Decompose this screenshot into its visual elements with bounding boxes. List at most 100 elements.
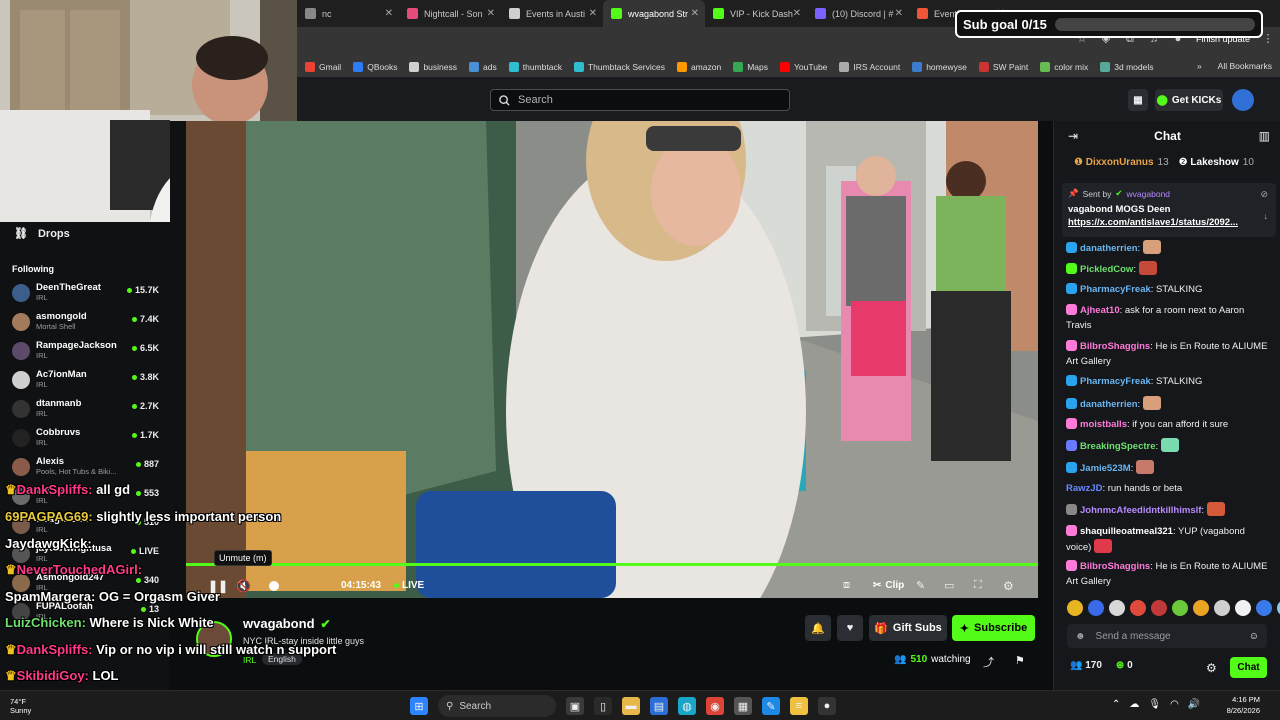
mic-icon[interactable]: 🎙 [1148, 699, 1161, 710]
chat-send-button[interactable]: Chat [1230, 657, 1267, 678]
chat-message[interactable]: danatherrien: [1066, 240, 1271, 256]
tab-close-icon[interactable]: ✕ [793, 8, 801, 19]
bookmark-item[interactable]: homewyse [912, 62, 967, 72]
quick-emote-icon[interactable] [1067, 600, 1083, 616]
playback-progress[interactable] [186, 563, 1038, 566]
chat-message[interactable]: BilbroShaggins: He is En Route to ALIUME… [1066, 559, 1271, 589]
points-balance[interactable]: ⊛ 0 [1116, 660, 1133, 671]
obs-icon[interactable]: ● [818, 697, 836, 715]
bookmark-item[interactable]: Maps [733, 62, 768, 72]
chat-username[interactable]: BilbroShaggins [1080, 341, 1150, 352]
chat-username[interactable]: Jamie523M [1080, 463, 1131, 474]
following-channel[interactable]: Alexis Pools, Hot Tubs & Biki... 887 [12, 456, 162, 484]
cloud-icon[interactable]: ☁ [1129, 699, 1139, 710]
chat-username[interactable]: PharmacyFreak [1080, 376, 1151, 387]
streamer-name[interactable]: wvagabond ✔ [243, 616, 331, 631]
pen-app-icon[interactable]: ✎ [762, 697, 780, 715]
drops-link[interactable]: ⛓ Drops [14, 227, 70, 241]
bookmark-item[interactable]: ads [469, 62, 497, 72]
subscribe-button[interactable]: ✦ Subscribe [952, 615, 1035, 641]
follow-heart-icon[interactable]: ♥ [837, 615, 863, 641]
video-player[interactable] [186, 121, 1038, 598]
task-view-icon[interactable]: ▣ [566, 697, 584, 715]
bookmark-item[interactable]: amazon [676, 62, 721, 72]
report-icon[interactable]: ⚑ [1015, 654, 1025, 667]
theater-icon[interactable]: ⧈ [843, 579, 850, 592]
chat-username[interactable]: BilbroShaggins [1080, 561, 1150, 572]
quick-emote-icon[interactable] [1214, 600, 1230, 616]
notepad-icon[interactable]: ▯ [594, 697, 612, 715]
chat-message[interactable]: PharmacyFreak: STALKING [1066, 374, 1271, 389]
windows-start-icon[interactable]: ⊞ [410, 697, 428, 715]
chat-message[interactable]: PharmacyFreak: STALKING [1066, 282, 1271, 297]
bookmark-item[interactable]: SW Paint [978, 62, 1028, 72]
chat-username[interactable]: JohnmcAfeedidntkillhimslf [1080, 505, 1201, 516]
chrome-icon[interactable]: ◉ [706, 697, 724, 715]
file-explorer-icon[interactable]: ▬ [622, 697, 640, 715]
bookmark-item[interactable]: YouTube [780, 62, 827, 72]
mute-icon[interactable]: 🔇 [236, 579, 251, 593]
following-channel[interactable]: asmongold Mortal Shell 7.4K [12, 311, 162, 339]
quick-emote-icon[interactable] [1109, 600, 1125, 616]
chat-message[interactable]: moistballs: if you can afford it sure [1066, 417, 1271, 432]
following-channel[interactable]: dtanmanb IRL 2.7K [12, 398, 162, 426]
chat-username[interactable]: RawzJD [1066, 483, 1102, 494]
following-channel[interactable]: Ac7ionMan IRL 3.8K [12, 369, 162, 397]
fullscreen-icon[interactable]: ⛶ [974, 579, 982, 592]
chat-username[interactable]: PickledCow [1080, 264, 1133, 275]
taskbar-search[interactable]: ⚲ Search [438, 695, 556, 717]
top-gifter[interactable]: ❷ Lakeshow 10 [1179, 157, 1254, 168]
tab-close-icon[interactable]: ✕ [691, 8, 699, 19]
following-channel[interactable]: Cobbruvs IRL 1.7K [12, 427, 162, 455]
chat-message[interactable]: Jamie523M: [1066, 460, 1271, 476]
pinned-link[interactable]: https://x.com/antislave1/status/2092... [1068, 217, 1270, 228]
top-gifter[interactable]: ❶ DixxonUranus 13 [1074, 157, 1169, 168]
weather-widget[interactable]: 74°F Sunny [10, 697, 31, 715]
following-channel[interactable]: RampageJackson IRL 6.5K [12, 340, 162, 368]
user-avatar[interactable] [1232, 89, 1254, 111]
browser-tab[interactable]: Events in Austi ✕ [501, 0, 603, 27]
all-bookmarks-button[interactable]: All Bookmarks [1218, 61, 1272, 71]
chevron-up-icon[interactable]: ⌃ [1112, 699, 1120, 710]
chat-username[interactable]: danatherrien [1080, 243, 1138, 254]
calc-app-icon[interactable]: ▦ [734, 697, 752, 715]
pinned-message[interactable]: 📌 Sent by ✔ wvagabond vagabond MOGS Deen… [1062, 183, 1276, 237]
stack-app-icon[interactable]: ≡ [790, 697, 808, 715]
quick-emote-icon[interactable] [1235, 600, 1251, 616]
site-search-input[interactable]: Search [490, 89, 790, 111]
calculator-icon[interactable]: ▤ [650, 697, 668, 715]
smiley-icon[interactable]: ☺ [1249, 631, 1259, 642]
quick-emote-icon[interactable] [1151, 600, 1167, 616]
quick-emote-icon[interactable] [1088, 600, 1104, 616]
notification-bell-icon[interactable]: 🔔 [805, 615, 831, 641]
bookmark-item[interactable]: 3d models [1100, 62, 1154, 72]
volume-slider-knob[interactable] [269, 580, 279, 591]
unpin-icon[interactable]: ⊘ [1260, 189, 1268, 200]
tab-close-icon[interactable]: ✕ [895, 8, 903, 19]
chat-message[interactable]: BreakingSpectre: [1066, 438, 1271, 454]
settings-icon[interactable]: ⚙ [1003, 579, 1014, 593]
share-icon[interactable]: ⤴ [983, 654, 994, 670]
browser-tab[interactable]: wvagabond Str ✕ [603, 0, 705, 27]
expand-icon[interactable]: ↓ [1264, 211, 1269, 221]
chat-message[interactable]: shaquilleoatmeal321: YUP (vagabond voice… [1066, 524, 1271, 555]
kicks-balance[interactable]: 👥 170 [1070, 660, 1102, 671]
chat-input[interactable]: ☻ Send a message ☺ [1067, 624, 1267, 648]
wifi-icon[interactable]: ◠ [1170, 699, 1179, 710]
quick-emote-icon[interactable] [1130, 600, 1146, 616]
clip-button[interactable]: ✂ Clip [873, 580, 904, 591]
quick-emote-icon[interactable] [1172, 600, 1188, 616]
tab-close-icon[interactable]: ✕ [487, 8, 495, 19]
bookmark-item[interactable]: thumbtack [508, 62, 562, 72]
chat-username[interactable]: BreakingSpectre [1080, 441, 1156, 452]
captions-icon[interactable]: ▭ [944, 579, 954, 592]
get-kicks-button[interactable]: ⬤ Get KICKs [1155, 89, 1223, 111]
quick-emote-icon[interactable] [1256, 600, 1272, 616]
chat-username[interactable]: moistballs [1080, 419, 1127, 430]
bookmark-item[interactable]: QBooks [353, 62, 397, 72]
bookmark-item[interactable]: color mix [1040, 62, 1088, 72]
taskbar-clock[interactable]: 4:16 PM 8/26/2026 [1227, 694, 1260, 716]
chat-message[interactable]: JohnmcAfeedidntkillhimslf: [1066, 502, 1271, 518]
browser-tab[interactable]: Nightcall - Son ✕ [399, 0, 501, 27]
chat-username[interactable]: PharmacyFreak [1080, 284, 1151, 295]
